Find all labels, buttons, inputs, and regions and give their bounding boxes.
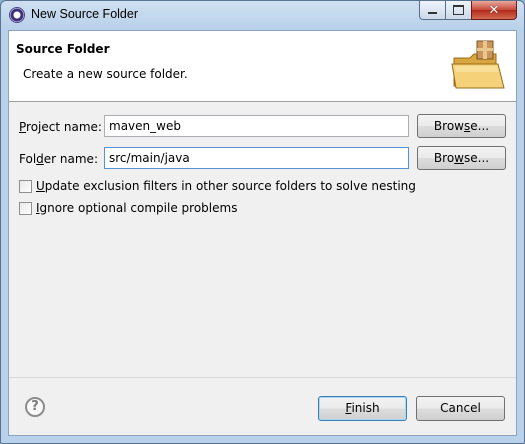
project-browse-button[interactable]: Browse... [417,114,506,138]
banner-title: Source Folder [16,42,110,56]
ignore-optional-checkbox[interactable] [19,201,32,215]
ignore-optional-option[interactable]: Ignore optional compile problems [19,200,237,216]
maximize-button[interactable] [445,1,472,20]
update-exclusion-checkbox[interactable] [19,179,32,193]
close-button[interactable]: ✕ [471,1,517,20]
project-name-input[interactable] [104,115,409,137]
update-exclusion-label: Update exclusion filters in other source… [36,179,416,193]
cancel-button[interactable]: Cancel [416,396,505,421]
minimize-icon [428,12,437,14]
eclipse-icon [9,7,25,23]
banner-description: Create a new source folder. [23,67,188,81]
minimize-button[interactable] [419,1,446,20]
wizard-banner: Source Folder Create a new source folder… [9,31,516,102]
close-icon: ✕ [488,2,500,18]
ignore-optional-label: Ignore optional compile problems [36,201,238,215]
dialog-body: Source Folder Create a new source folder… [8,30,517,436]
window-title: New Source Folder [31,7,138,21]
folder-browse-button[interactable]: Browse... [417,146,506,170]
project-name-label: Project name: [19,120,102,134]
dialog-window: New Source Folder ✕ Source Folder Create… [0,0,525,444]
finish-button[interactable]: Finish [318,396,407,421]
maximize-icon [453,5,464,15]
title-bar[interactable]: New Source Folder ✕ [1,1,524,30]
folder-with-package-icon [451,40,505,89]
folder-name-input[interactable] [104,147,409,169]
help-icon[interactable]: ? [25,397,45,417]
folder-name-label: Folder name: [19,152,98,166]
footer-separator [9,377,516,378]
update-exclusion-option[interactable]: Update exclusion filters in other source… [19,178,416,194]
